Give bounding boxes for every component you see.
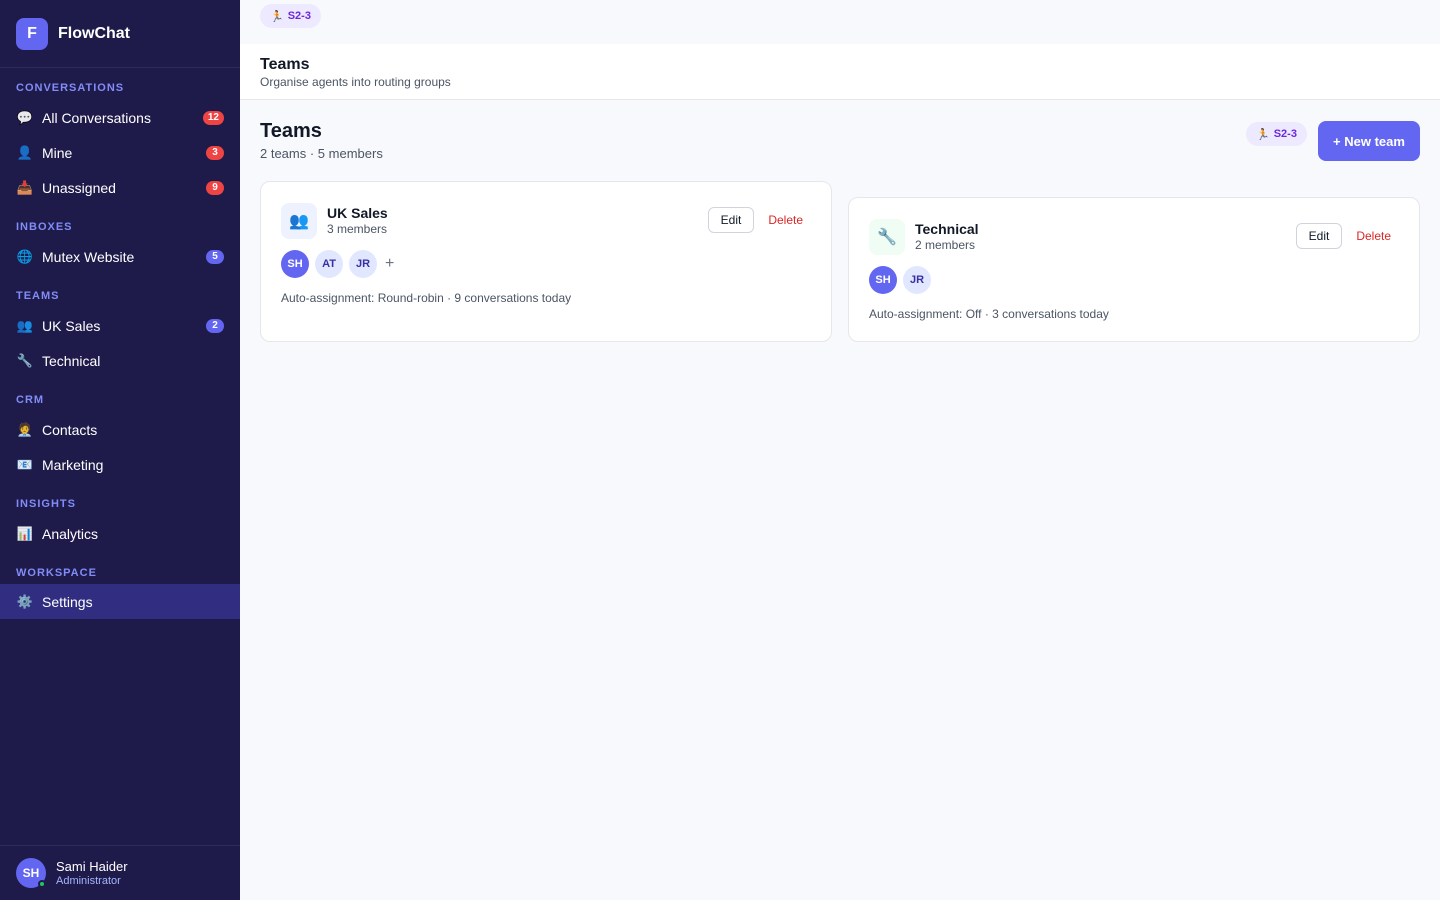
user-role: Administrator — [56, 875, 121, 887]
wrench-icon: 🔧 — [869, 219, 905, 255]
count-badge: 12 — [202, 110, 224, 125]
globe-icon: 🌐 — [16, 248, 34, 264]
sidebar-item-label: Mine — [42, 144, 73, 161]
sidebar-item-label: Analytics — [42, 525, 99, 542]
user-name: Sami Haider — [56, 859, 128, 874]
count-badge: 2 — [206, 318, 224, 333]
brand[interactable]: F FlowChat — [0, 0, 240, 68]
edit-team-button[interactable]: Edit — [708, 207, 754, 233]
team-name: UK Sales — [327, 205, 388, 221]
wrench-icon: 🔧 — [16, 352, 34, 368]
sidebar-item-mine[interactable]: 👤 Mine 3 — [0, 135, 240, 170]
edit-team-button[interactable]: Edit — [1296, 223, 1342, 249]
auto-assignment-info: Auto-assignment: Round-robin · 9 convers… — [281, 291, 572, 305]
sprint-tag: 🏃 S2-3 — [260, 4, 321, 28]
sidebar-item-mutex-website[interactable]: 🌐 Mutex Website 5 — [0, 239, 240, 274]
team-summary: 2 teams · 5 members — [260, 146, 383, 161]
team-members: SH JR — [869, 266, 931, 294]
sidebar-item-label: All Conversations — [42, 109, 151, 126]
sidebar: F FlowChat CONVERSATIONS 💬 All Conversat… — [0, 0, 240, 900]
section-label-crm: CRM — [16, 394, 45, 406]
page-header: Teams Organise agents into routing group… — [240, 44, 1440, 100]
person-icon: 👤 — [16, 144, 34, 160]
online-status-dot — [38, 880, 46, 888]
team-card-technical: 🔧 Technical 2 members Edit Delete SH JR … — [848, 197, 1420, 342]
member-avatar[interactable]: SH — [281, 250, 309, 278]
team-members: SH AT JR + — [281, 250, 394, 278]
sidebar-item-analytics[interactable]: 📊 Analytics — [0, 516, 240, 551]
top-strip: 🏃 S2-3 — [240, 0, 1440, 44]
people-icon: 👥 — [281, 203, 317, 239]
section-label-workspace: WORKSPACE — [16, 567, 97, 579]
count-badge: 3 — [206, 145, 224, 160]
sidebar-item-marketing[interactable]: 📧 Marketing — [0, 447, 240, 482]
sidebar-item-settings[interactable]: ⚙️ Settings — [0, 584, 240, 619]
sidebar-item-all-conversations[interactable]: 💬 All Conversations 12 — [0, 100, 240, 135]
team-member-count: 3 members — [327, 222, 388, 236]
runner-icon: 🏃 — [270, 10, 284, 23]
team-name: Technical — [915, 221, 979, 237]
member-avatar[interactable]: JR — [903, 266, 931, 294]
brand-name: FlowChat — [58, 24, 130, 42]
sidebar-item-uk-sales[interactable]: 👥 UK Sales 2 — [0, 308, 240, 343]
sidebar-item-unassigned[interactable]: 📥 Unassigned 9 — [0, 170, 240, 205]
delete-team-button[interactable]: Delete — [1356, 223, 1391, 249]
member-avatar[interactable]: JR — [349, 250, 377, 278]
avatar-initials: SH — [22, 866, 40, 880]
sidebar-item-contacts[interactable]: 🧑‍💼 Contacts — [0, 412, 240, 447]
chat-bubble-icon: 💬 — [16, 109, 34, 125]
member-avatar[interactable]: SH — [869, 266, 897, 294]
avatar: SH — [16, 858, 46, 888]
section-label-insights: INSIGHTS — [16, 498, 76, 510]
count-badge: 5 — [206, 249, 224, 264]
new-team-button[interactable]: + New team — [1318, 121, 1420, 161]
sprint-tag-label: S2-3 — [287, 10, 311, 22]
member-avatar[interactable]: AT — [315, 250, 343, 278]
inbox-tray-icon: 📥 — [16, 179, 34, 195]
sidebar-item-label: Technical — [42, 352, 101, 369]
page-subtitle: Organise agents into routing groups — [260, 75, 451, 89]
brand-logo: F — [16, 17, 48, 50]
count-badge: 9 — [206, 180, 224, 195]
sidebar-item-technical[interactable]: 🔧 Technical — [0, 343, 240, 378]
contacts-icon: 🧑‍💼 — [16, 421, 34, 437]
sidebar-item-label: Mutex Website — [42, 248, 135, 265]
bar-chart-icon: 📊 — [16, 525, 34, 541]
delete-team-button[interactable]: Delete — [768, 207, 803, 233]
add-member-button[interactable]: + — [385, 255, 394, 273]
sidebar-item-label: Unassigned — [42, 179, 116, 196]
sprint-tag: 🏃 S2-3 — [1246, 122, 1307, 146]
sidebar-item-label: UK Sales — [42, 317, 101, 334]
sidebar-item-label: Settings — [42, 593, 93, 610]
people-icon: 👥 — [16, 317, 34, 333]
section-label-conversations: CONVERSATIONS — [16, 82, 125, 94]
page-title: Teams — [260, 56, 310, 73]
section-label-teams: TEAMS — [16, 290, 60, 302]
sidebar-item-label: Contacts — [42, 421, 98, 438]
team-member-count: 2 members — [915, 238, 976, 252]
main-content: 🏃 S2-3 Teams Organise agents into routin… — [240, 0, 1440, 900]
section-label-inboxes: INBOXES — [16, 221, 73, 233]
auto-assignment-info: Auto-assignment: Off · 3 conversations t… — [869, 307, 1109, 321]
runner-icon: 🏃 — [1256, 128, 1270, 141]
sprint-tag-label: S2-3 — [1273, 128, 1297, 140]
current-user[interactable]: SH Sami Haider Administrator — [0, 845, 240, 900]
sidebar-item-label: Marketing — [42, 456, 104, 473]
mail-icon: 📧 — [16, 456, 34, 472]
team-card-uk-sales: 👥 UK Sales 3 members Edit Delete SH AT J… — [260, 181, 832, 342]
gear-icon: ⚙️ — [16, 593, 34, 609]
section-title: Teams — [260, 120, 322, 142]
